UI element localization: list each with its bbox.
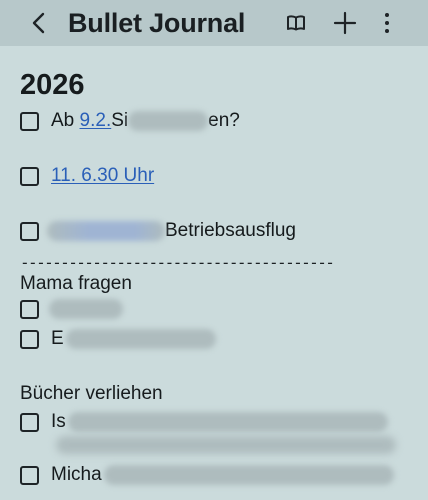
item-text: Is [51, 411, 66, 432]
item-prefix-text: Ab [51, 110, 75, 131]
redacted-text [103, 465, 394, 485]
item-suffix-text: en? [208, 110, 240, 131]
checklist-item [20, 299, 123, 319]
time-link[interactable]: 11. 6.30 Uhr [51, 164, 154, 188]
redacted-link [47, 221, 165, 241]
checkbox[interactable] [20, 221, 39, 241]
checkbox[interactable] [20, 412, 39, 432]
section-title-mama: Mama fragen [20, 273, 132, 294]
redacted-text [49, 299, 123, 319]
item-text: E [51, 328, 64, 349]
redacted-text [128, 111, 209, 131]
item-suffix-text: Betriebsausflug [165, 220, 296, 241]
item-mid-text: Si [111, 110, 129, 131]
redacted-text [56, 436, 396, 454]
more-options-icon[interactable] [374, 10, 400, 36]
checklist-item: Micha [20, 463, 394, 487]
reading-mode-icon[interactable] [283, 10, 309, 36]
redacted-text [67, 412, 388, 432]
divider-line: --------------------------------------- [20, 253, 335, 272]
checkbox[interactable] [20, 166, 39, 186]
checkbox[interactable] [20, 111, 39, 131]
add-icon[interactable] [332, 10, 358, 36]
app-bar: Bullet Journal [0, 0, 428, 46]
date-link[interactable]: 9.2. [80, 109, 112, 133]
note-editor[interactable]: 2026 Ab 9.2. Si en? 11. 6.30 Uhr Betriebs… [0, 46, 428, 500]
checkbox[interactable] [20, 465, 39, 485]
checklist-item: Ab 9.2. Si en? [20, 109, 240, 133]
note-heading: 2026 [20, 69, 85, 101]
checklist-item: Is [20, 410, 388, 434]
app-title: Bullet Journal [68, 8, 246, 38]
back-arrow-icon[interactable] [28, 12, 50, 34]
section-title-books: Bücher verliehen [20, 383, 163, 404]
checkbox[interactable] [20, 299, 39, 319]
item-text: Micha [51, 464, 102, 485]
checklist-item: E [20, 327, 216, 351]
checklist-item: Betriebsausflug [20, 219, 296, 243]
checklist-item: 11. 6.30 Uhr [20, 164, 154, 188]
redacted-text [65, 329, 216, 349]
checkbox[interactable] [20, 329, 39, 349]
